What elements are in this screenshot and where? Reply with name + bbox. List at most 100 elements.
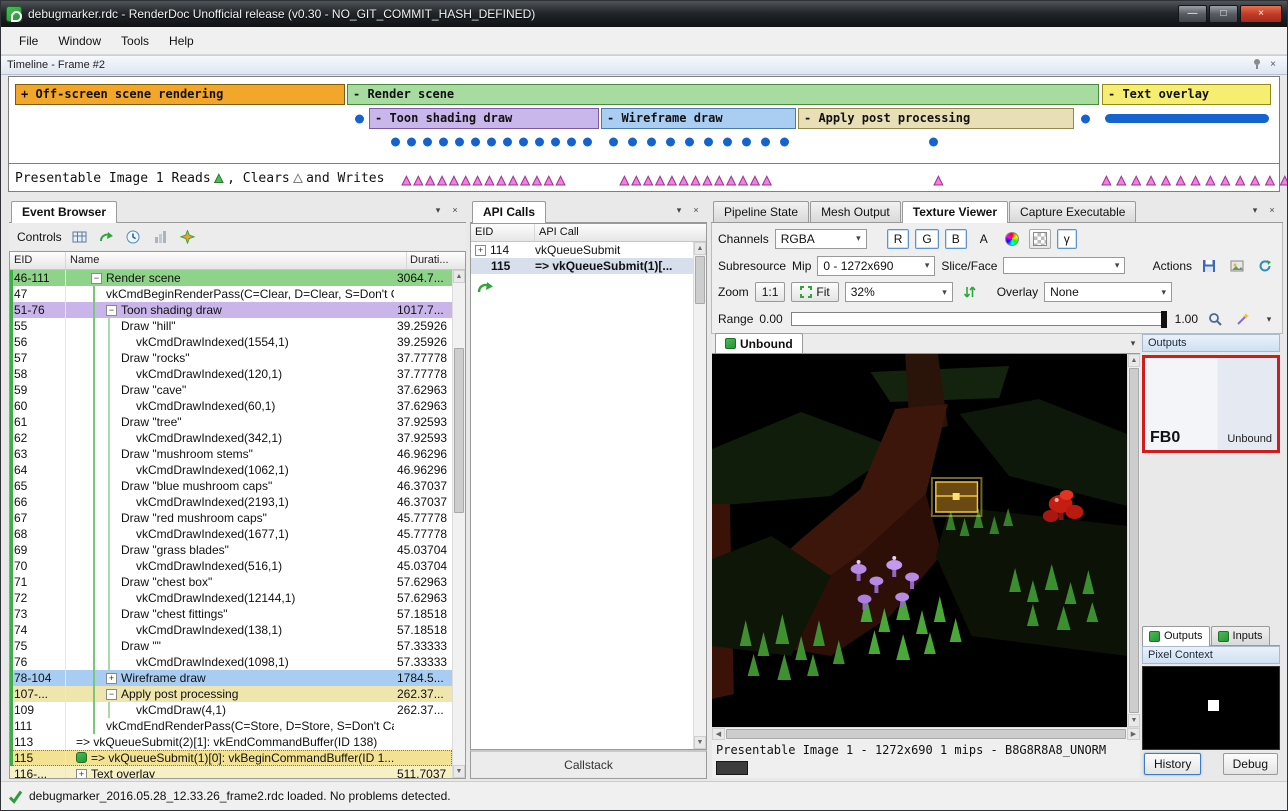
scroll-down-icon[interactable]: ▼ xyxy=(453,765,465,778)
close-icon[interactable]: × xyxy=(448,204,462,217)
scroll-thumb[interactable] xyxy=(695,256,705,304)
write-marker-icon[interactable]: ▲ xyxy=(553,173,568,188)
write-marker-icon[interactable]: ▲ xyxy=(1158,173,1173,188)
tab-inputs[interactable]: Inputs xyxy=(1211,626,1270,645)
write-marker-icon[interactable]: ▲ xyxy=(1144,173,1159,188)
refresh-icon[interactable] xyxy=(1254,256,1276,276)
scroll-down-icon[interactable]: ▼ xyxy=(694,736,706,749)
timeline-activity-line[interactable] xyxy=(1105,114,1269,123)
expander-icon[interactable]: − xyxy=(91,273,102,284)
api-call-row[interactable]: 115=> vkQueueSubmit(1)[... xyxy=(471,258,693,274)
channel-g-button[interactable]: G xyxy=(915,229,938,249)
event-dot-icon[interactable] xyxy=(929,138,938,147)
scroll-thumb[interactable] xyxy=(1129,368,1139,713)
column-duration[interactable]: Durati... xyxy=(407,252,465,269)
close-button[interactable]: × xyxy=(1240,5,1282,23)
event-row[interactable]: 57Draw "rocks"37.77778 xyxy=(10,350,452,366)
write-marker-icon[interactable]: ▲ xyxy=(1129,173,1144,188)
event-row[interactable]: 58vkCmdDrawIndexed(120,1)37.77778 xyxy=(10,366,452,382)
timeline-marker-bar[interactable]: - Render scene xyxy=(347,84,1099,105)
expander-icon[interactable]: − xyxy=(106,305,117,316)
event-dot-icon[interactable] xyxy=(666,138,675,147)
event-row[interactable]: 61Draw "tree"37.92593 xyxy=(10,414,452,430)
event-row[interactable]: 62vkCmdDrawIndexed(342,1)37.92593 xyxy=(10,430,452,446)
channel-a-button[interactable]: A xyxy=(973,229,995,249)
event-dot-icon[interactable] xyxy=(487,138,496,147)
event-dot-icon[interactable] xyxy=(519,138,528,147)
event-dot-icon[interactable] xyxy=(391,138,400,147)
write-marker-icon[interactable]: ▲ xyxy=(1262,173,1277,188)
dropdown-icon[interactable]: ▾ xyxy=(1248,204,1262,217)
close-icon[interactable]: × xyxy=(689,204,703,217)
dropdown-icon[interactable]: ▾ xyxy=(672,204,686,217)
event-dot-icon[interactable] xyxy=(503,138,512,147)
tab-event-browser[interactable]: Event Browser xyxy=(11,201,117,223)
timeline-panel[interactable]: + Off-screen scene rendering- Render sce… xyxy=(8,76,1280,192)
event-row[interactable]: 73Draw "chest fittings"57.18518 xyxy=(10,606,452,622)
event-dot-icon[interactable] xyxy=(704,138,713,147)
write-marker-icon[interactable]: ▲ xyxy=(1233,173,1248,188)
tab-mesh-output[interactable]: Mesh Output xyxy=(810,201,901,222)
event-row[interactable]: 51-76−Toon shading draw1017.7... xyxy=(10,302,452,318)
collapse-chevron-icon[interactable]: ▾ xyxy=(1262,313,1276,326)
event-browser-scrollbar[interactable]: ▲ ▼ xyxy=(452,270,465,778)
event-row[interactable]: 65Draw "blue mushroom caps"46.37037 xyxy=(10,478,452,494)
callstack-section[interactable]: Callstack xyxy=(470,750,707,779)
close-icon[interactable]: × xyxy=(1265,58,1281,72)
event-row[interactable]: 116-...+Text overlay511.7037 xyxy=(10,766,452,778)
history-button[interactable]: History xyxy=(1144,753,1201,775)
zoom-percent-select[interactable]: 32%▾ xyxy=(845,282,953,302)
expander-icon[interactable]: + xyxy=(475,245,486,256)
event-row[interactable]: 46-111−Render scene3064.7... xyxy=(10,270,452,286)
write-marker-icon[interactable]: ▲ xyxy=(931,173,946,188)
timeline-titlebar[interactable]: Timeline - Frame #2 × xyxy=(1,55,1287,75)
magnifier-icon[interactable] xyxy=(1204,309,1226,329)
expander-icon[interactable]: + xyxy=(106,673,117,684)
timeline-marker-bar[interactable]: - Toon shading draw xyxy=(369,108,599,129)
event-dot-icon[interactable] xyxy=(455,138,464,147)
color-wheel-icon[interactable] xyxy=(1001,229,1023,249)
event-row[interactable]: 66vkCmdDrawIndexed(2193,1)46.37037 xyxy=(10,494,452,510)
event-dot-icon[interactable] xyxy=(407,138,416,147)
event-row[interactable]: 115=> vkQueueSubmit(1)[0]: vkBeginComman… xyxy=(10,750,452,766)
write-marker-icon[interactable]: ▲ xyxy=(1248,173,1263,188)
scroll-thumb[interactable] xyxy=(726,729,1126,739)
timeline-marker-bar[interactable]: - Wireframe draw xyxy=(601,108,796,129)
write-marker-icon[interactable]: ▲ xyxy=(1277,173,1288,188)
expander-icon[interactable]: + xyxy=(76,769,87,778)
channel-b-button[interactable]: B xyxy=(945,229,967,249)
bookmark-star-icon[interactable] xyxy=(179,228,197,246)
minimize-button[interactable]: — xyxy=(1178,5,1207,23)
fb0-thumbnail[interactable]: FB0 Unbound xyxy=(1142,355,1280,453)
event-dot-icon[interactable] xyxy=(609,138,618,147)
tab-texture-viewer[interactable]: Texture Viewer xyxy=(902,201,1008,223)
menu-item-window[interactable]: Window xyxy=(48,30,111,52)
autofit-wand-icon[interactable] xyxy=(1232,309,1254,329)
tab-outputs[interactable]: Outputs xyxy=(1142,626,1210,646)
write-marker-icon[interactable]: ▲ xyxy=(1173,173,1188,188)
pixel-context-view[interactable] xyxy=(1142,666,1280,750)
write-marker-icon[interactable]: ▲ xyxy=(1114,173,1129,188)
save-icon[interactable] xyxy=(1198,256,1220,276)
column-name[interactable]: Name xyxy=(66,252,407,269)
event-row[interactable]: 63Draw "mushroom stems"46.96296 xyxy=(10,446,452,462)
scroll-up-icon[interactable]: ▲ xyxy=(1128,354,1140,367)
event-dot-icon[interactable] xyxy=(471,138,480,147)
pin-icon[interactable] xyxy=(1249,58,1265,72)
scroll-thumb[interactable] xyxy=(454,348,464,513)
timeline-marker-bar[interactable]: + Off-screen scene rendering xyxy=(15,84,345,105)
export-image-icon[interactable] xyxy=(1226,256,1248,276)
tab-list-dropdown-icon[interactable]: ▾ xyxy=(1126,337,1140,350)
write-marker-icon[interactable]: ▲ xyxy=(1218,173,1233,188)
event-row[interactable]: 56vkCmdDrawIndexed(1554,1)39.25926 xyxy=(10,334,452,350)
event-row[interactable]: 70vkCmdDrawIndexed(516,1)45.03704 xyxy=(10,558,452,574)
event-row[interactable]: 71Draw "chest box"57.62963 xyxy=(10,574,452,590)
gamma-button[interactable]: γ xyxy=(1057,229,1077,249)
event-row[interactable]: 76vkCmdDrawIndexed(1098,1)57.33333 xyxy=(10,654,452,670)
event-dot-icon[interactable] xyxy=(647,138,656,147)
column-api-call[interactable]: API Call xyxy=(535,224,706,241)
write-marker-icon[interactable]: ▲ xyxy=(1188,173,1203,188)
stats-icon[interactable] xyxy=(152,228,170,246)
scroll-up-icon[interactable]: ▲ xyxy=(694,242,706,255)
titlebar[interactable]: debugmarker.rdc - RenderDoc Unofficial r… xyxy=(1,1,1287,27)
